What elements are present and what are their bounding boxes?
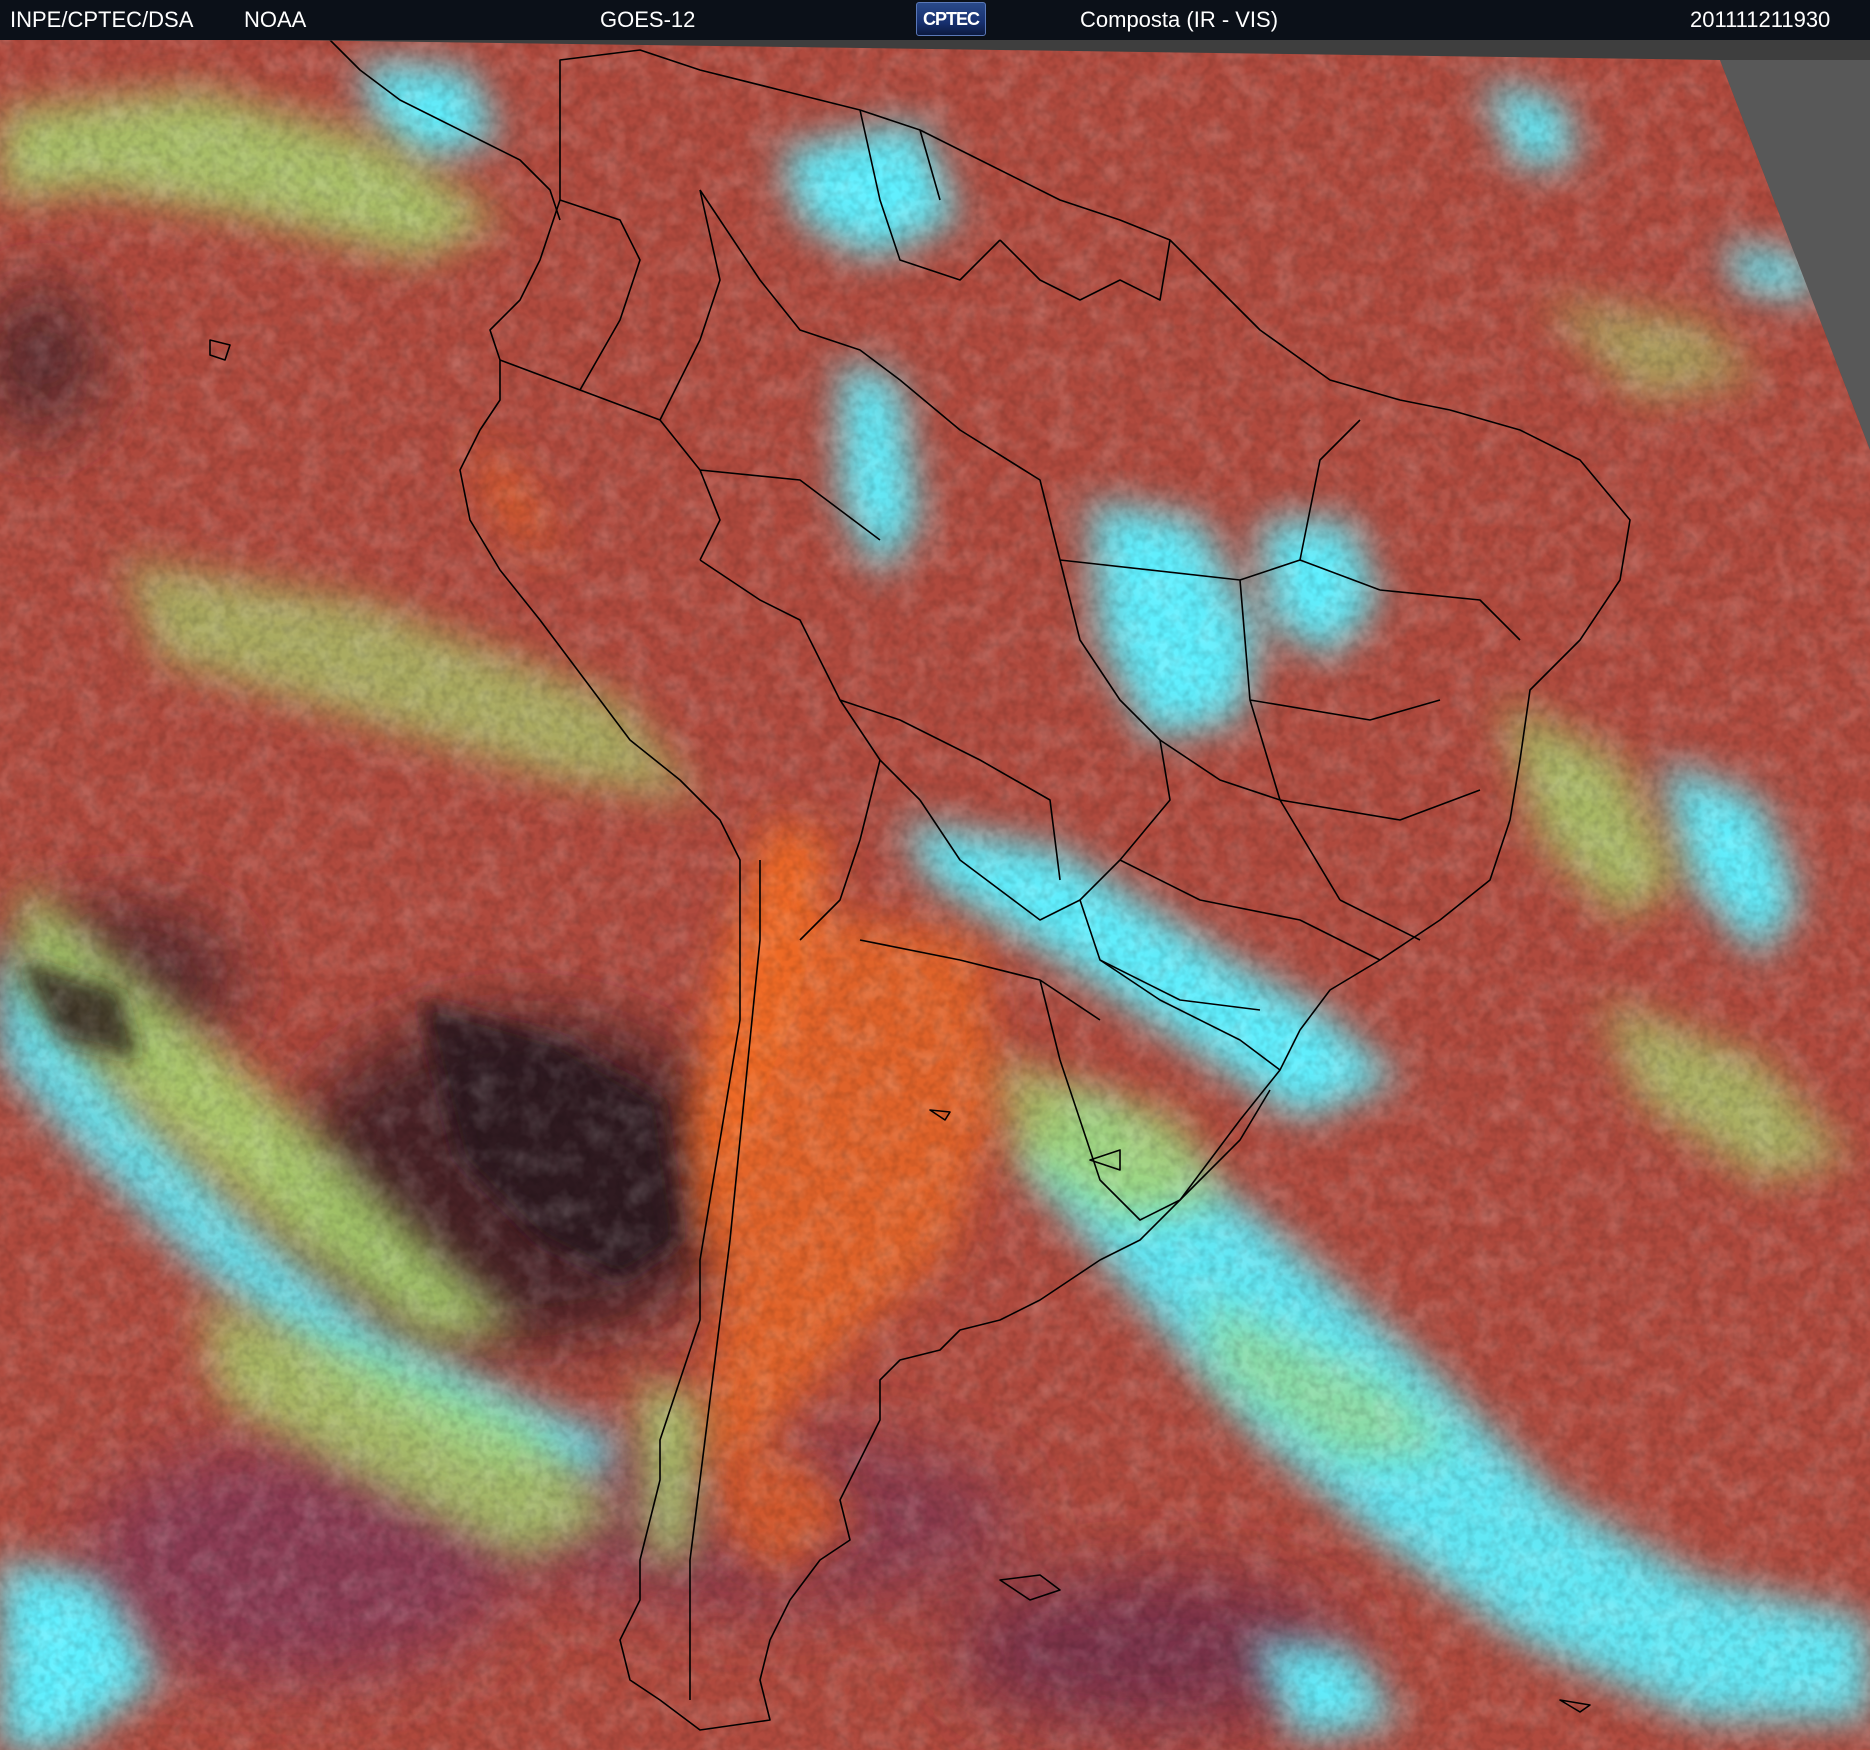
timestamp-label: 201111211930 xyxy=(1690,7,1831,32)
satellite-composite-image xyxy=(0,36,1870,1750)
source-label: INPE/CPTEC/DSA xyxy=(10,7,194,32)
product-label: Composta (IR - VIS) xyxy=(1080,7,1279,32)
satellite-label: GOES-12 xyxy=(600,7,696,32)
header-bar: INPE/CPTEC/DSA NOAA GOES-12 CPTEC Compos… xyxy=(0,0,1870,40)
grain-texture xyxy=(0,36,1870,1750)
agency-label: NOAA xyxy=(244,7,307,32)
logo-text: CPTEC xyxy=(922,9,980,29)
cptec-logo: CPTEC xyxy=(916,2,986,36)
